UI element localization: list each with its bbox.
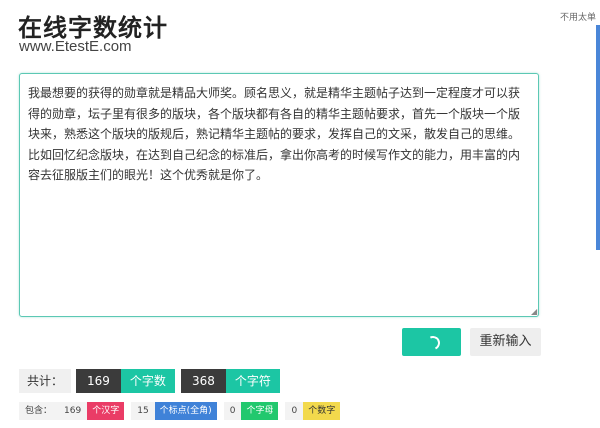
letter-count: 0: [223, 402, 242, 420]
char-count-unit: 个字数: [120, 369, 175, 393]
side-scrollbar[interactable]: [596, 25, 600, 250]
char-count-value: 169: [76, 369, 121, 393]
letter-tag: 个字母: [241, 402, 279, 420]
resize-grip-icon[interactable]: ◢: [531, 308, 539, 316]
hanzi-tag: 个汉字: [87, 402, 125, 420]
symbol-count-value: 368: [181, 369, 226, 393]
hanzi-count: 169: [58, 402, 88, 420]
count-submit-button[interactable]: [402, 328, 461, 356]
digit-count: 0: [285, 402, 304, 420]
detail-label: 包含：: [19, 402, 59, 420]
detail-breakdown: 包含： 169 个汉字 15 个标点(全角) 0 个字母 0 个数字: [19, 402, 347, 420]
symbol-count-unit: 个字符: [225, 369, 280, 393]
symbol-count-badge: 368 个字符: [181, 369, 280, 393]
spinner-icon: [424, 334, 442, 352]
total-label: 共计：: [19, 369, 71, 393]
text-input-area[interactable]: 我最想要的获得的勋章就是精品大师奖。顾名思义，就是精华主题帖子达到一定程度才可以…: [19, 73, 539, 317]
char-count-badge: 169 个字数: [76, 369, 175, 393]
punct-tag: 个标点(全角): [154, 402, 217, 420]
digit-tag: 个数字: [303, 402, 341, 420]
punct-count: 15: [131, 402, 155, 420]
reset-button[interactable]: 重新输入: [470, 328, 541, 356]
site-url: www.EtestE.com: [19, 38, 132, 55]
side-note: 不用太单: [560, 13, 597, 23]
